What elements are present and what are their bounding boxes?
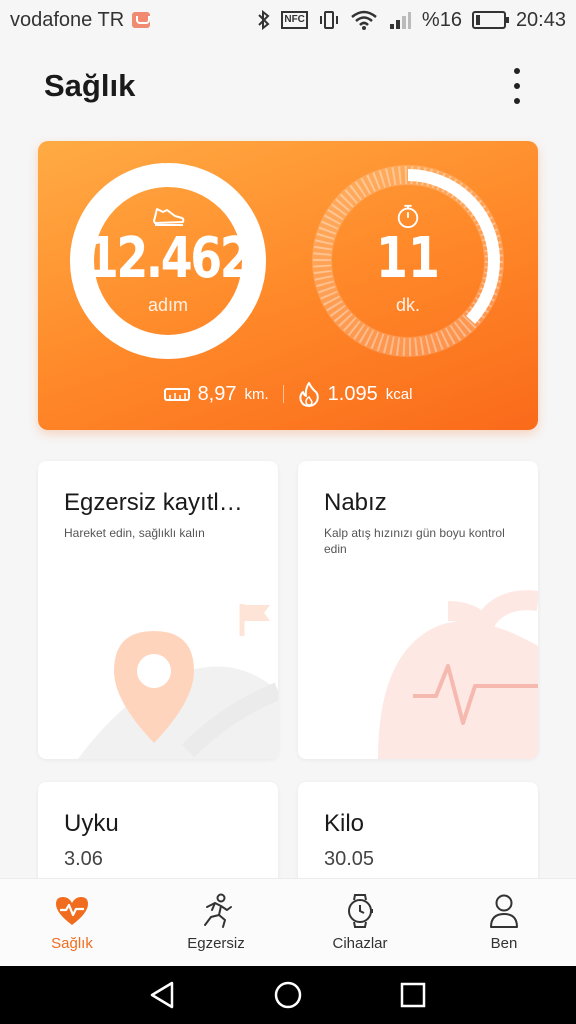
nav-item-ben[interactable]: Ben — [432, 879, 576, 966]
nav-label-cihazlar: Cihazlar — [332, 935, 388, 952]
exercise-records-subtitle: Hareket edin, sağlıklı kalın — [64, 526, 205, 540]
heart-rate-card[interactable]: Nabız Kalp atış hızınızı gün boyu kontro… — [298, 461, 538, 759]
bottom-nav: Sağlık Egzersiz Cihazlar Ben — [0, 878, 576, 966]
recents-icon[interactable] — [398, 980, 428, 1010]
distance-value: 8,97 — [197, 382, 237, 405]
nav-label-egzersiz: Egzersiz — [187, 935, 245, 952]
nav-item-egzersiz[interactable]: Egzersiz — [144, 879, 288, 966]
active-time-ring[interactable]: 11 dk. — [310, 163, 506, 359]
calories-unit: kcal — [385, 385, 413, 403]
active-time-unit: dk. — [395, 294, 420, 315]
watch-icon — [348, 894, 373, 928]
vibrate-icon — [319, 11, 338, 29]
weight-title: Kilo — [324, 810, 365, 837]
activity-summary-card[interactable]: 12.462 adım 11 dk. 8,97 km. 1.095 kcal — [38, 141, 538, 430]
weight-value: 30.05 — [324, 848, 375, 870]
ruler-icon — [163, 388, 190, 401]
nfc-icon: NFC — [281, 11, 308, 29]
active-time-value: 11 — [376, 225, 440, 291]
nav-label-ben: Ben — [490, 935, 518, 952]
steps-unit: adım — [147, 294, 189, 315]
running-icon — [204, 893, 232, 928]
flame-icon — [299, 382, 319, 407]
battery-percent: %16 — [421, 8, 462, 31]
nav-label-saglik: Sağlık — [51, 935, 93, 952]
home-icon[interactable] — [273, 980, 303, 1010]
back-icon[interactable] — [148, 980, 178, 1010]
person-icon — [490, 894, 518, 928]
more-vertical-icon[interactable] — [502, 66, 532, 106]
system-navigation-bar — [0, 966, 576, 1024]
steps-value: 12.462 — [86, 225, 252, 291]
page-title: Sağlık — [44, 68, 136, 103]
exercise-records-card[interactable]: Egzersiz kayıtl… Hareket edin, sağlıklı … — [38, 461, 278, 759]
sleep-value: 3.06 — [64, 848, 103, 870]
distance-unit: km. — [244, 385, 269, 403]
hero-stats: 8,97 km. 1.095 kcal — [38, 381, 538, 407]
nav-item-saglik[interactable]: Sağlık — [0, 879, 144, 966]
heart-pulse-icon — [56, 897, 88, 925]
carrier-label: vodafone TR — [10, 8, 125, 31]
stat-divider — [282, 385, 284, 403]
status-bar: vodafone TR NFC %16 20:43 — [0, 0, 576, 40]
sleep-title: Uyku — [64, 810, 119, 837]
distance-stat: 8,97 km. — [163, 382, 269, 406]
nav-item-cihazlar[interactable]: Cihazlar — [288, 879, 432, 966]
steps-ring[interactable]: 12.462 adım — [70, 163, 266, 359]
exercise-records-title: Egzersiz kayıtl… — [64, 489, 243, 516]
wifi-icon — [351, 10, 377, 30]
calories-stat: 1.095 kcal — [298, 381, 413, 407]
heart-rate-title: Nabız — [324, 489, 387, 516]
calories-value: 1.095 — [327, 382, 378, 405]
bluetooth-icon — [258, 10, 270, 30]
mail-icon — [132, 12, 151, 28]
app-header: Sağlık — [0, 40, 576, 132]
clock: 20:43 — [515, 8, 566, 31]
battery-charging-icon — [471, 11, 509, 29]
heart-rate-subtitle: Kalp atış hızınızı gün boyu kontrol edin — [324, 526, 505, 556]
signal-icon — [389, 12, 411, 29]
